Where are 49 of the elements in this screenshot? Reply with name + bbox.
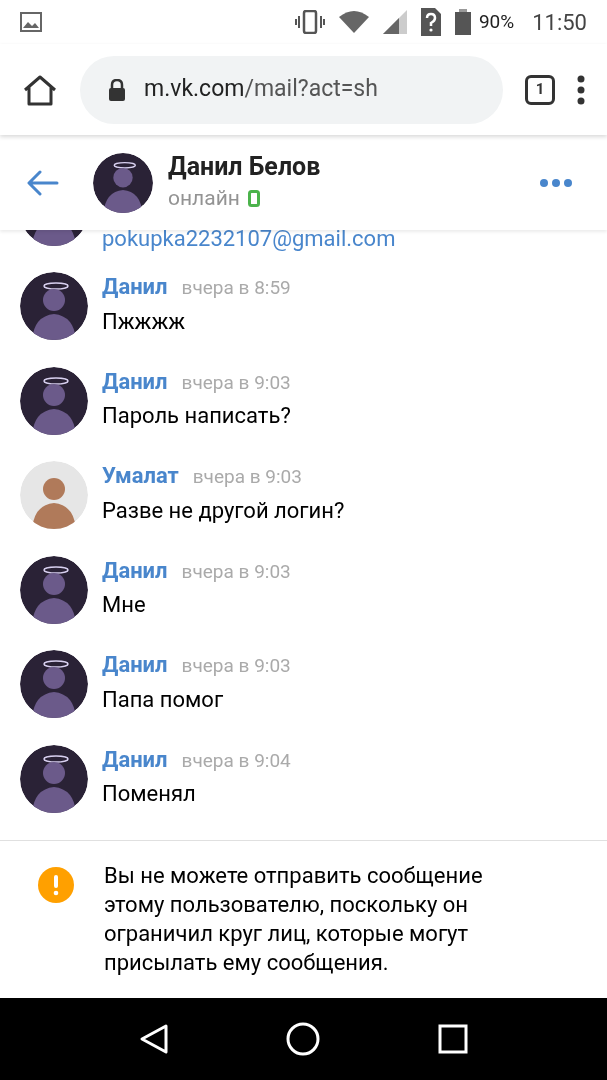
warning-icon bbox=[38, 867, 74, 903]
mobile-icon bbox=[247, 190, 260, 207]
message-time: вчера в 9:03 bbox=[181, 653, 291, 680]
lock-icon bbox=[108, 78, 126, 101]
battery-level: 90% bbox=[478, 8, 515, 35]
battery-icon bbox=[454, 9, 471, 35]
vibrate-icon bbox=[294, 10, 325, 34]
address-bar[interactable]: m.vk.com/mail?act=sh bbox=[80, 55, 503, 124]
sim-icon bbox=[420, 8, 441, 36]
avatar[interactable] bbox=[93, 152, 153, 213]
more-menu-icon[interactable] bbox=[577, 74, 585, 105]
avatar[interactable] bbox=[20, 555, 88, 624]
message-text: Поменял bbox=[102, 780, 197, 809]
message-text: Мне bbox=[102, 591, 147, 620]
recents-icon[interactable] bbox=[438, 1024, 469, 1054]
sender-name[interactable]: Данил bbox=[102, 272, 168, 302]
message-text: Пароль написать? bbox=[102, 402, 291, 431]
sender-name[interactable]: Умалат bbox=[102, 461, 179, 492]
message-time: вчера в 9:03 bbox=[181, 558, 291, 585]
home-icon[interactable] bbox=[22, 73, 58, 106]
notice-text: Вы не можете отправить сообщение этому пользователю, поскольку он ограничил круг лиц, которые могут присылать ему сообщения. bbox=[104, 862, 484, 977]
sender-name[interactable]: Данил bbox=[102, 650, 168, 681]
sender-name[interactable]: Данил bbox=[102, 744, 168, 775]
avatar[interactable] bbox=[20, 272, 88, 340]
sender-name[interactable]: Данил bbox=[102, 366, 168, 397]
home-icon[interactable] bbox=[286, 1022, 321, 1056]
wifi-icon bbox=[338, 11, 369, 33]
online-status: онлайн bbox=[168, 184, 240, 212]
message-time: вчера в 9:03 bbox=[192, 464, 302, 491]
sender-name[interactable]: Данил bbox=[102, 555, 168, 586]
tab-count-button[interactable]: 1 bbox=[525, 74, 555, 105]
message-text: Разве не другой логин? bbox=[102, 496, 345, 525]
message-time: вчера в 9:03 bbox=[181, 369, 291, 396]
message-text: pokupka2232107@gmail.com bbox=[102, 230, 396, 252]
message-time: вчера в 9:04 bbox=[181, 747, 291, 774]
back-icon[interactable] bbox=[138, 1023, 169, 1055]
image-icon bbox=[20, 12, 42, 32]
url-text: m.vk.com/mail?act=sh bbox=[144, 74, 378, 105]
message-text: Папа помог bbox=[102, 685, 225, 714]
message-time: вчера в 8:59 bbox=[181, 275, 291, 301]
avatar[interactable] bbox=[20, 744, 88, 813]
clock: 11:50 bbox=[532, 8, 587, 37]
avatar[interactable] bbox=[20, 366, 88, 435]
message-text: Пжжжж bbox=[102, 307, 187, 336]
contact-name: Данил Белов bbox=[168, 150, 322, 183]
avatar[interactable] bbox=[20, 650, 88, 719]
back-arrow-icon[interactable] bbox=[27, 169, 59, 196]
more-options-icon[interactable] bbox=[540, 178, 572, 187]
signal-icon bbox=[382, 10, 407, 34]
